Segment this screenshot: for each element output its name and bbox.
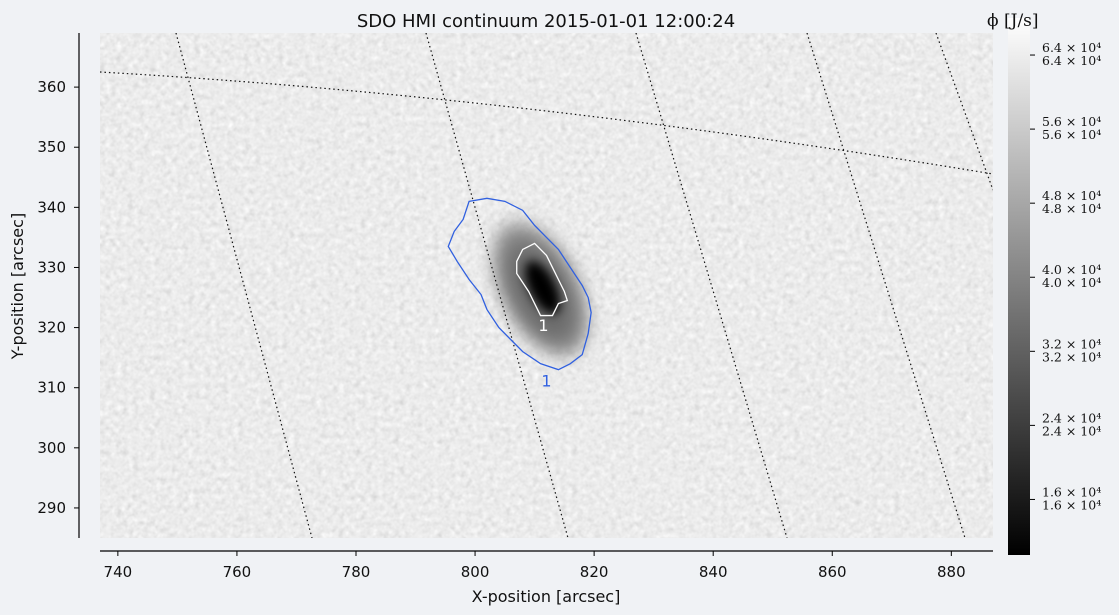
penumbra-contour-label: 1 xyxy=(541,372,551,391)
colorbar xyxy=(1008,18,1030,555)
chart-canvas: 11 740 760 780 800 820 840 860 880 290300310320… xyxy=(8,11,1101,606)
y-tick-label: 360 xyxy=(37,78,66,96)
colorbar-tick-label: 5.6 × 10⁴ xyxy=(1042,127,1101,142)
colorbar-label: ϕ [J/s] xyxy=(987,11,1039,31)
x-axis-ticks: 740 760 780 800 820 840 860 880 xyxy=(104,551,966,581)
x-tick-label: 780 xyxy=(342,563,371,581)
y-tick-label: 300 xyxy=(37,439,66,457)
y-tick-label: 290 xyxy=(37,499,66,517)
x-tick-label: 820 xyxy=(580,563,609,581)
umbra-contour-label: 1 xyxy=(538,316,548,335)
x-tick-label: 860 xyxy=(818,563,847,581)
x-axis-label: X-position [arcsec] xyxy=(472,587,621,606)
y-axis-label: Y-position [arcsec] xyxy=(8,213,27,360)
colorbar-tick-label: 1.6 × 10⁴ xyxy=(1042,497,1101,512)
y-tick-label: 310 xyxy=(37,379,66,397)
y-tick-label: 350 xyxy=(37,138,66,156)
chart-title: SDO HMI continuum 2015-01-01 12:00:24 xyxy=(357,11,735,32)
colorbar-tick-label: 4.8 × 10⁴ xyxy=(1042,201,1101,216)
x-tick-label: 740 xyxy=(104,563,133,581)
plot-area: 11 xyxy=(100,33,993,538)
colorbar-tick-label: 2.4 × 10⁴ xyxy=(1042,423,1101,438)
y-tick-label: 330 xyxy=(37,258,66,276)
colorbar-tick-label: 6.4 × 10⁴ xyxy=(1042,53,1101,68)
x-tick-label: 800 xyxy=(461,563,490,581)
y-tick-label: 320 xyxy=(37,319,66,337)
y-axis-ticks: 290 300 310 320 330 340 350 360 xyxy=(37,78,79,517)
y-tick-label: 340 xyxy=(37,198,66,216)
colorbar-tick-label: 3.2 × 10⁴ xyxy=(1042,349,1101,364)
x-tick-label: 880 xyxy=(937,563,966,581)
colorbar-tick-label: 4.0 × 10⁴ xyxy=(1042,275,1101,290)
x-tick-label: 840 xyxy=(699,563,728,581)
colorbar-ticks: 1.6 × 10⁴1.6 × 10⁴2.4 × 10⁴2.4 × 10⁴3.2 … xyxy=(1030,40,1101,512)
x-tick-label: 760 xyxy=(223,563,252,581)
